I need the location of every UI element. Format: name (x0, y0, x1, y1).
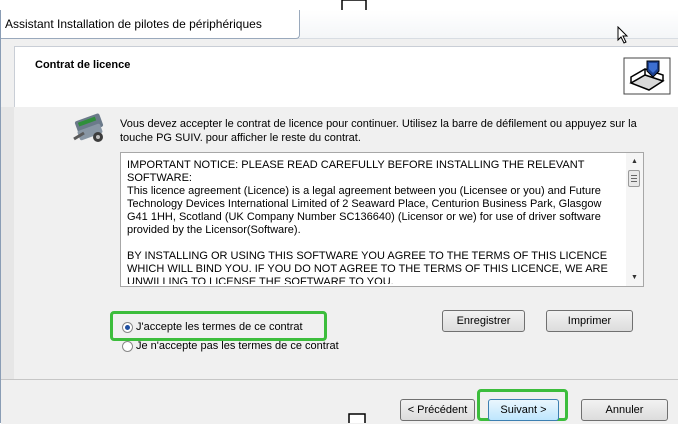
back-button[interactable]: < Précédent (400, 399, 475, 421)
wizard-body: Vous devez accepter le contrat de licenc… (14, 107, 678, 379)
wizard-tools-icon (73, 113, 104, 142)
instruction-text: Vous devez accepter le contrat de licenc… (120, 118, 637, 144)
decline-radio-label[interactable]: Je n'accepte pas les termes de ce contra… (136, 340, 339, 352)
annotation-arrow-icon (348, 413, 366, 423)
accept-radio-label[interactable]: J'accepte les termes de ce contrat (136, 321, 303, 333)
cancel-button[interactable]: Annuler (581, 399, 668, 421)
title-bar: Assistant Installation de pilotes de pér… (1, 10, 678, 44)
license-textbox[interactable]: IMPORTANT NOTICE: PLEASE READ CAREFULLY … (120, 152, 644, 287)
license-text: IMPORTANT NOTICE: PLEASE READ CAREFULLY … (127, 159, 615, 284)
next-button[interactable]: Suivant > (488, 399, 559, 421)
scroll-thumb[interactable] (628, 170, 640, 187)
page-title: Contrat de licence (35, 59, 131, 71)
wizard-header: Contrat de licence (14, 46, 678, 108)
installer-window: Assistant Installation de pilotes de pér… (0, 10, 678, 424)
license-scrollbar[interactable]: ▲ ▼ (626, 153, 643, 286)
window-title: Assistant Installation de pilotes de pér… (5, 17, 262, 31)
license-paragraph: This licence agreement (Licence) is a le… (127, 185, 602, 236)
mouse-cursor-icon (617, 26, 629, 44)
license-paragraph: IMPORTANT NOTICE: PLEASE READ CAREFULLY … (127, 159, 585, 184)
accept-radio[interactable] (122, 322, 133, 333)
decline-radio[interactable] (122, 341, 133, 352)
save-button[interactable]: Enregistrer (442, 310, 525, 332)
wizard-footer: < Précédent Suivant > Annuler (1, 379, 678, 424)
window-title-tab: Assistant Installation de pilotes de pér… (1, 10, 300, 39)
license-paragraph: BY INSTALLING OR USING THIS SOFTWARE YOU… (127, 250, 608, 284)
print-button[interactable]: Imprimer (546, 310, 633, 332)
scroll-down-arrow-icon[interactable]: ▼ (626, 269, 643, 286)
installer-box-icon (623, 57, 671, 95)
scroll-up-arrow-icon[interactable]: ▲ (626, 153, 643, 170)
left-edge (1, 107, 14, 379)
